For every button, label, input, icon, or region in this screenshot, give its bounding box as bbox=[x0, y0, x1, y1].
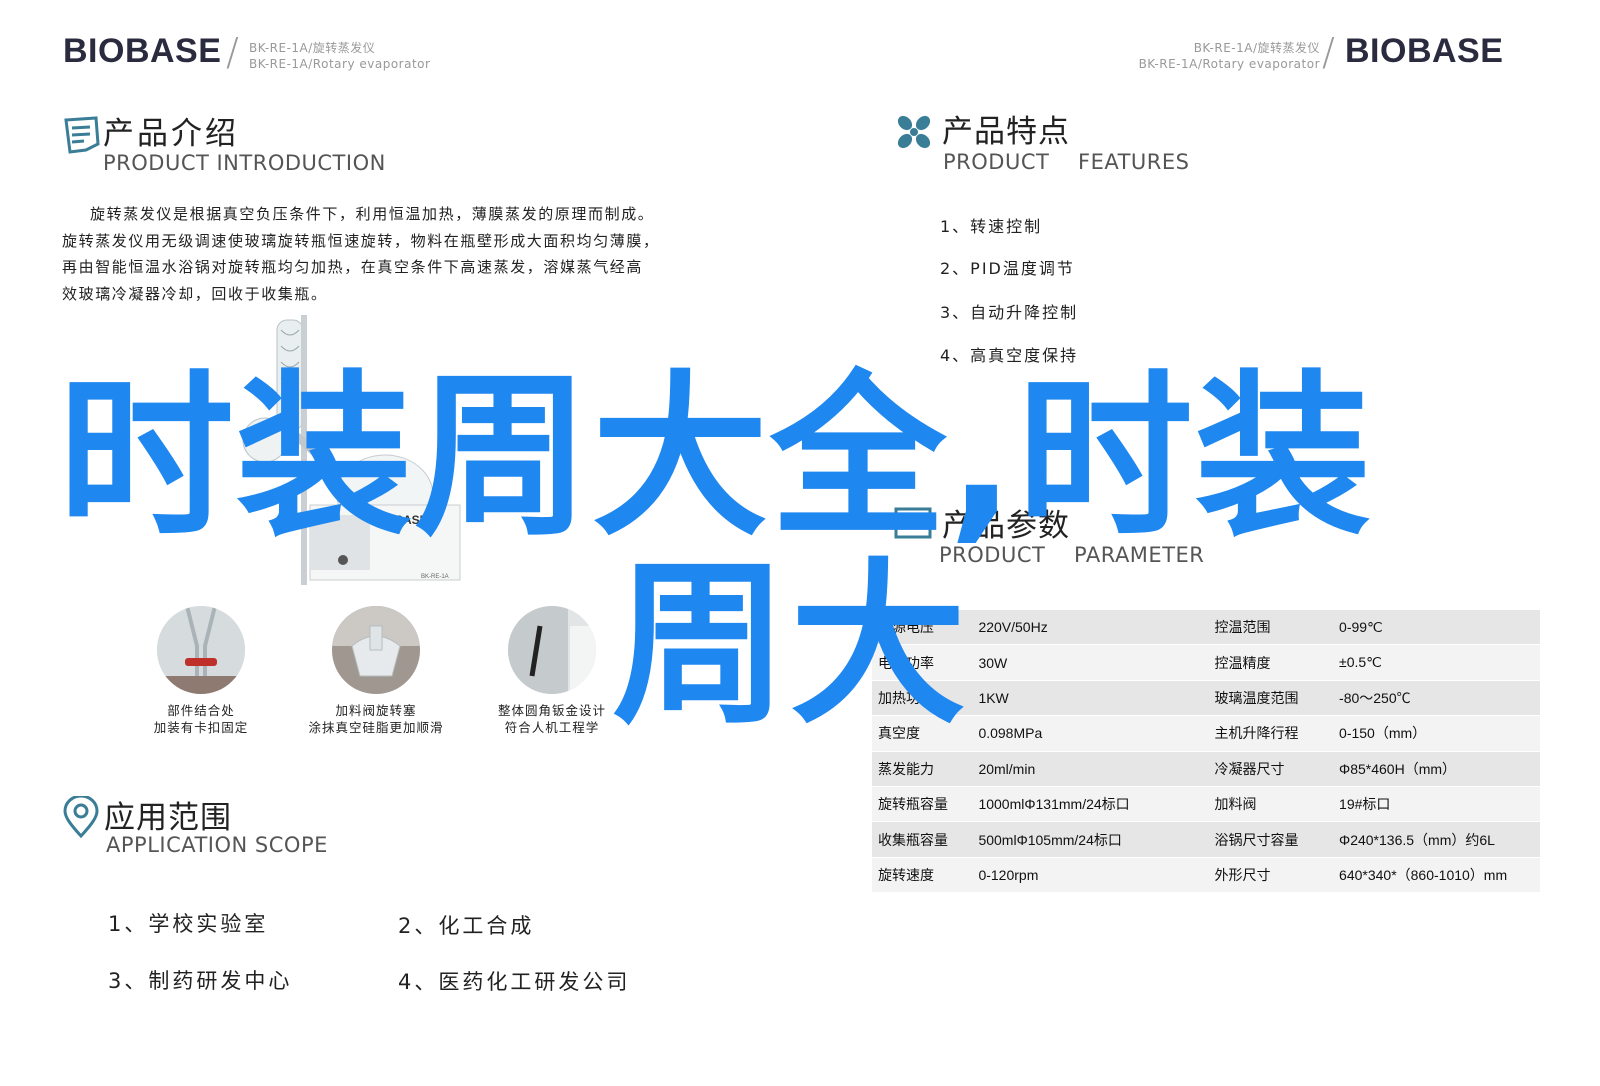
overlay-title-line2: 周大 bbox=[612, 543, 969, 748]
intro-title-en: PRODUCT INTRODUCTION bbox=[103, 151, 386, 175]
scope-item: 3、制药研发中心 bbox=[108, 969, 293, 993]
table-row: 旋转速度 0-120rpm 外形尺寸 640*340*（860-1010）mm bbox=[872, 857, 1540, 894]
param-value: 1KW bbox=[972, 680, 1209, 717]
param-label: 控温精度 bbox=[1208, 644, 1334, 681]
detail-image-joint bbox=[157, 606, 245, 694]
logo-divider: / bbox=[1322, 30, 1335, 74]
caption-line: 涂抹真空硅脂更加顺滑 bbox=[308, 720, 444, 735]
overlay-title-line1: 时装周大全,时装 bbox=[58, 355, 1373, 560]
param-value: -80～250℃ bbox=[1333, 680, 1540, 717]
intro-text: 旋转蒸发仪是根据真空负压条件下，利用恒温加热，薄膜蒸发的原理而制成。 旋转蒸发仪… bbox=[62, 201, 802, 307]
param-value: 0-150（mm） bbox=[1333, 715, 1540, 752]
intro-title-cn: 产品介绍 bbox=[103, 116, 239, 152]
param-label: 旋转速度 bbox=[872, 857, 973, 894]
features-icon bbox=[897, 115, 931, 149]
param-value: 640*340*（860-1010）mm bbox=[1333, 857, 1540, 894]
brand-logo-left: BIOBASE bbox=[63, 32, 222, 70]
model-label-left: BK-RE-1A/旋转蒸发仪 BK-RE-1A/Rotary evaporato… bbox=[249, 40, 430, 72]
detail-image-corner bbox=[508, 606, 596, 694]
intro-line: 旋转蒸发仪是根据真空负压条件下，利用恒温加热，薄膜蒸发的原理而制成。 bbox=[90, 205, 655, 223]
param-value: 500mlΦ105mm/24标口 bbox=[972, 821, 1209, 858]
param-label: 蒸发能力 bbox=[872, 751, 973, 787]
table-row: 电机功率 30W 控温精度 ±0.5℃ bbox=[872, 644, 1540, 681]
param-label: 玻璃温度范围 bbox=[1208, 680, 1334, 717]
param-label: 控温范围 bbox=[1208, 610, 1334, 646]
model-en: BK-RE-1A/Rotary evaporator bbox=[1138, 57, 1320, 71]
param-label: 浴锅尺寸容量 bbox=[1208, 821, 1334, 858]
features-title-en: PRODUCT FEATURES bbox=[943, 150, 1190, 174]
scope-title-en: APPLICATION SCOPE bbox=[106, 833, 328, 857]
caption-line: 符合人机工程学 bbox=[504, 720, 600, 735]
document-icon bbox=[64, 116, 100, 154]
param-label: 收集瓶容量 bbox=[872, 821, 973, 858]
scope-title-cn: 应用范围 bbox=[104, 800, 232, 836]
param-label: 旋转瓶容量 bbox=[872, 786, 973, 823]
table-row: 旋转瓶容量 1000mlΦ131mm/24标口 加料阀 19#标口 bbox=[872, 786, 1540, 823]
feature-item: 2、PID温度调节 bbox=[940, 259, 1075, 278]
param-value: 1000mlΦ131mm/24标口 bbox=[972, 786, 1209, 823]
param-value: 0-99℃ bbox=[1333, 610, 1540, 646]
intro-line: 效玻璃冷凝器冷却，回收于收集瓶。 bbox=[62, 284, 328, 303]
intro-line: 旋转蒸发仪用无级调速使玻璃旋转瓶恒速旋转，物料在瓶壁形成大面积均匀薄膜， bbox=[62, 231, 660, 250]
param-value: 220V/50Hz bbox=[972, 610, 1209, 646]
caption-line: 部件结合处 bbox=[167, 703, 235, 718]
model-cn: BK-RE-1A/旋转蒸发仪 bbox=[1193, 41, 1320, 55]
param-value: 0.098MPa bbox=[972, 715, 1209, 752]
location-pin-icon bbox=[63, 796, 99, 838]
scope-item: 4、医药化工研发公司 bbox=[398, 970, 631, 994]
param-label: 冷凝器尺寸 bbox=[1208, 751, 1334, 787]
param-value: 19#标口 bbox=[1333, 786, 1540, 823]
param-value: 0-120rpm bbox=[972, 857, 1209, 894]
parameter-table: 电源电压 220V/50Hz 控温范围 0-99℃ 电机功率 30W 控温精度 … bbox=[872, 610, 1540, 894]
table-row: 蒸发能力 20ml/min 冷凝器尺寸 Φ85*460H（mm） bbox=[872, 751, 1540, 787]
features-title-cn: 产品特点 bbox=[942, 114, 1070, 150]
scope-item: 1、学校实验室 bbox=[108, 912, 269, 936]
brand-logo-right: BIOBASE bbox=[1345, 32, 1504, 70]
param-value: Φ85*460H（mm） bbox=[1333, 751, 1540, 787]
table-row: 加热功率 1KW 玻璃温度范围 -80～250℃ bbox=[872, 680, 1540, 717]
param-value: 30W bbox=[972, 644, 1209, 681]
model-cn: BK-RE-1A/旋转蒸发仪 bbox=[249, 41, 376, 55]
detail-image-valve bbox=[332, 606, 420, 694]
detail-caption: 部件结合处 加装有卡扣固定 bbox=[134, 702, 268, 736]
table-row: 收集瓶容量 500mlΦ105mm/24标口 浴锅尺寸容量 Φ240*136.5… bbox=[872, 821, 1540, 858]
feature-item: 1、转速控制 bbox=[940, 217, 1043, 236]
logo-divider: / bbox=[226, 30, 239, 74]
intro-line: 再由智能恒温水浴锅对旋转瓶均匀加热，在真空条件下高速蒸发，溶媒蒸气经高 bbox=[62, 258, 644, 276]
caption-line: 整体圆角钣金设计 bbox=[497, 703, 606, 718]
param-value: 20ml/min bbox=[972, 751, 1209, 787]
table-row: 电源电压 220V/50Hz 控温范围 0-99℃ bbox=[872, 610, 1540, 646]
param-label: 加料阀 bbox=[1208, 786, 1334, 823]
param-label: 主机升降行程 bbox=[1208, 715, 1334, 752]
model-label-right: BK-RE-1A/旋转蒸发仪 BK-RE-1A/Rotary evaporato… bbox=[1092, 40, 1320, 72]
caption-line: 加料阀旋转塞 bbox=[335, 703, 417, 718]
detail-caption: 加料阀旋转塞 涂抹真空硅脂更加顺滑 bbox=[292, 702, 460, 736]
caption-line: 加装有卡扣固定 bbox=[153, 720, 249, 735]
param-value: ±0.5℃ bbox=[1333, 644, 1540, 681]
param-value: Φ240*136.5（mm）约6L bbox=[1333, 821, 1540, 858]
param-label: 外形尺寸 bbox=[1208, 857, 1334, 894]
scope-item: 2、化工合成 bbox=[398, 914, 535, 938]
detail-caption: 整体圆角钣金设计 符合人机工程学 bbox=[480, 702, 624, 736]
table-row: 真空度 0.098MPa 主机升降行程 0-150（mm） bbox=[872, 715, 1540, 752]
model-en: BK-RE-1A/Rotary evaporator bbox=[249, 57, 431, 71]
feature-item: 3、自动升降控制 bbox=[940, 303, 1079, 322]
device-model: BK-RE-1A bbox=[421, 574, 449, 580]
